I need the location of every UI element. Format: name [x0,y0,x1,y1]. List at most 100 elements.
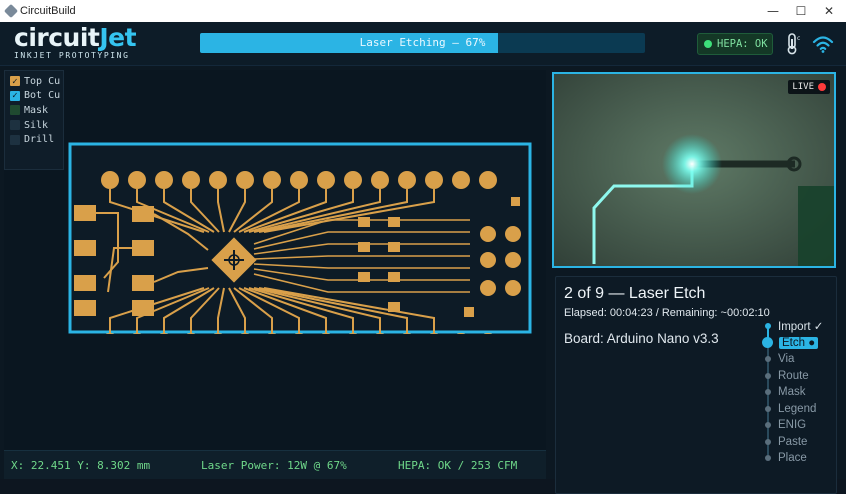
checkbox-checked-icon[interactable]: ✓ [10,90,20,101]
step-dot-icon [765,455,771,461]
layer-label: Silk [24,119,49,131]
live-badge: LIVE [788,80,830,94]
header-pad-top [398,171,416,189]
job-board-name: Board: Arduino Nano v3.3 [564,331,719,346]
step-dot-icon [765,405,771,412]
step-dot-icon [765,323,771,329]
smd-pad [74,205,96,221]
smd-pad [132,300,154,316]
side-pad [505,280,521,296]
step-dot-icon [762,337,773,348]
job-panel: 2 of 9 — Laser Etch Elapsed: 00:04:23 / … [555,276,837,494]
step-label: Etch ● [779,336,819,349]
logo-wordmark: circuitJet [14,23,137,52]
step-label: Legend [778,402,817,415]
logo: circuitJet INKJET PROTOTYPING [14,23,137,61]
process-step[interactable]: Route [762,369,809,383]
cursor-coords: X: 22.451 Y: 8.302 mm [11,459,151,472]
progress-label: Laser Etching — 67% [359,36,486,49]
process-step[interactable]: Via [762,352,794,366]
step-label: Route [778,369,809,382]
job-step-title: 2 of 9 — Laser Etch [564,285,706,302]
side-pad [480,226,496,242]
close-button[interactable]: ✕ [814,0,844,22]
smd-pad [358,217,370,227]
step-dot-icon [765,372,771,379]
header-pad-top [155,171,173,189]
header-pad-top [371,171,389,189]
header-pad-top [263,171,281,189]
layer-label: Mask [24,104,49,116]
header-pad-top [236,171,254,189]
header-pad-top [182,171,200,189]
smd-pad [132,240,154,256]
laser-spot [662,134,722,194]
smd-pad [511,197,520,206]
side-pad [505,226,521,242]
smd-pad [132,206,154,222]
window-title: CircuitBuild [20,5,76,17]
smd-pad [74,275,96,291]
smd-pad [464,307,474,317]
header-pad-top [452,171,470,189]
hepa-status-button[interactable]: HEPA: OK [697,33,773,55]
smd-pad [388,217,400,227]
header-pad-top [101,171,119,189]
step-dot-icon [765,356,771,362]
header-bar: circuitJet INKJET PROTOTYPING Laser Etch… [0,22,846,66]
step-label: Mask [778,386,806,398]
app-root: circuitJet INKJET PROTOTYPING Laser Etch… [0,22,846,494]
status-bar: X: 22.451 Y: 8.302 mm Laser Power: 12W @… [4,450,546,479]
side-pad [480,252,496,268]
smd-pad [74,240,96,256]
header-pad-top [479,171,497,189]
process-step[interactable]: Mask [762,385,805,399]
step-label: Via [778,353,795,365]
logo-tagline: INKJET PROTOTYPING [14,51,130,60]
layer-toggle[interactable]: Silk [10,118,63,133]
layer-panel: ✓ Top Cu ✓ Bot Cu Mask Silk Drill [4,70,64,170]
process-step[interactable]: Etch ● [762,336,819,350]
layer-label: Drill [24,134,55,146]
process-step[interactable]: ENIG [762,418,806,432]
process-step[interactable]: Import ✓ [762,319,823,333]
checkbox-icon[interactable] [10,120,20,131]
status-dot-icon [704,40,712,48]
header-pad-top [209,171,227,189]
wifi-icon[interactable] [812,34,834,54]
smd-pad [132,275,154,291]
smd-pad [388,302,400,312]
logo-word-circuit: circuit [14,23,100,52]
checkbox-checked-icon[interactable]: ✓ [10,76,20,87]
checkbox-icon[interactable] [10,105,20,116]
layer-toggle[interactable]: Drill [10,132,63,147]
hepa-flow: HEPA: OK / 253 CFM [398,459,518,472]
step-label: Place [778,452,807,464]
window-titlebar: CircuitBuild — ☐ ✕ [0,0,846,22]
layer-toggle[interactable]: Mask [10,103,63,118]
smd-pad [74,300,96,316]
etch-progress-bar: Laser Etching — 67% [200,33,645,53]
maximize-button[interactable]: ☐ [786,0,816,22]
layer-label: Bot Cu [24,90,61,102]
thermometer-icon[interactable]: c [784,33,804,55]
laser-power: Laser Power: 12W @ 67% [201,459,347,472]
step-label: ENIG [778,419,807,431]
header-pad-top [128,171,146,189]
side-pad [480,280,496,296]
live-camera-view[interactable]: LIVE [552,72,836,268]
process-step[interactable]: Legend [762,402,816,416]
record-dot-icon [818,83,826,91]
header-pad-top [344,171,362,189]
svg-text:c: c [797,35,800,42]
pcb-preview[interactable] [68,142,532,334]
minimize-button[interactable]: — [758,0,788,22]
process-step[interactable]: Place [762,451,807,465]
layer-toggle[interactable]: ✓ Top Cu [10,74,63,89]
header-pad-top [317,171,335,189]
camera-feed [554,74,834,266]
step-dot-icon [765,389,771,395]
checkbox-icon[interactable] [10,134,20,145]
layer-toggle[interactable]: ✓ Bot Cu [10,89,63,104]
process-step[interactable]: Paste [762,435,807,449]
